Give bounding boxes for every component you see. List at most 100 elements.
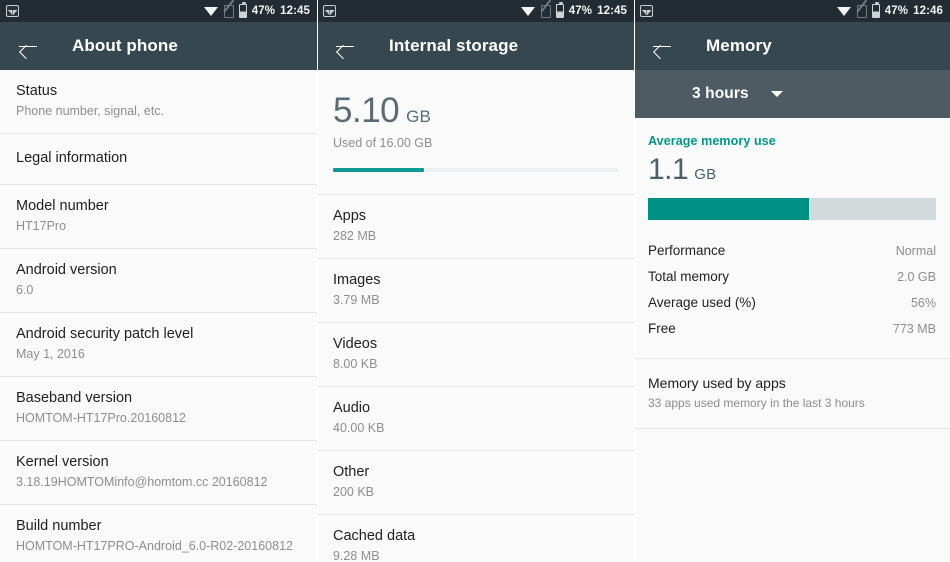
memory-stats-table: Performance Normal Total memory 2.0 GB A… [648,238,936,342]
status-bar-storage: 47% 12:45 [317,0,634,22]
list-item-sub: 8.00 KB [333,357,378,371]
list-item-sub: 9.28 MB [333,549,380,562]
memory-used-by-apps-title: Memory used by apps [648,375,786,391]
list-item-title: Images [333,272,381,288]
wifi-icon [203,6,219,17]
list-item-sub: 6.0 [16,283,34,297]
list-item-title: Other [333,464,370,480]
memory-used-by-apps-sub: 33 apps used memory in the last 3 hours [648,396,865,410]
panel-internal-storage: 47% 12:45 Internal storage 5.10 GB Used … [317,0,634,562]
table-row: Free 773 MB [648,316,936,342]
list-item-sub: 40.00 KB [333,421,385,435]
list-item-title: Model number [16,198,109,214]
list-item[interactable]: Model number HT17Pro [0,185,317,249]
list-item-title: Android version [16,262,117,278]
list-item-sub: HOMTOM-HT17PRO-Android_6.0-R02-20160812 [16,539,293,553]
list-item-sub: HT17Pro [16,219,67,233]
list-item-sub: HOMTOM-HT17Pro.20160812 [16,411,186,425]
time-range-spinner[interactable]: 3 hours [634,70,950,118]
battery-icon [871,1,880,18]
memory-usage-track [648,198,936,220]
status-bar-right: 47% 12:45 [203,0,310,22]
photo-icon [323,5,336,17]
sim-no-signal-icon [856,4,867,18]
app-bar-memory: Memory [634,22,950,70]
photo-icon [6,5,19,17]
battery-percent: 47% [251,5,276,17]
internal-storage-list[interactable]: 5.10 GB Used of 16.00 GB Apps 282 MB Ima… [317,70,634,562]
status-bar-left [6,5,19,17]
list-item[interactable]: Status Phone number, signal, etc. [0,70,317,134]
list-item[interactable]: Kernel version 3.18.19HOMTOMinfo@homtom.… [0,441,317,505]
arrow-back-icon[interactable] [16,34,40,58]
list-item-title: Android security patch level [16,326,194,342]
stat-value: 773 MB [892,322,936,336]
list-item[interactable]: Baseband version HOMTOM-HT17Pro.20160812 [0,377,317,441]
list-item-sub: May 1, 2016 [16,347,85,361]
about-phone-list[interactable]: Status Phone number, signal, etc. Legal … [0,70,317,562]
list-item-title: Cached data [333,528,416,544]
list-item[interactable]: Apps 282 MB [317,195,634,259]
time-range-value: 3 hours [692,85,749,102]
status-bar-left [640,5,653,17]
stat-label: Total memory [648,269,730,284]
list-item[interactable]: Images 3.79 MB [317,259,634,323]
sim-no-signal-icon [223,4,234,18]
battery-icon [555,1,564,18]
storage-progress-track [333,168,618,172]
status-bar-memory: 47% 12:46 [634,0,950,22]
screenshot-root: 47% 12:45 About phone Status Phone numbe… [0,0,950,562]
storage-used-number: 5.10 [333,91,400,130]
page-title: Internal storage [389,36,519,55]
list-item-title: Legal information [16,150,128,166]
list-item-sub: 200 KB [333,485,375,499]
list-item-sub: 3.79 MB [333,293,380,307]
list-item-sub: Phone number, signal, etc. [16,104,165,118]
list-item[interactable]: Other 200 KB [317,451,634,515]
memory-usage-fill [648,198,810,220]
table-row: Performance Normal [648,238,936,264]
arrow-back-icon[interactable] [333,34,357,58]
list-item[interactable]: Build number HOMTOM-HT17PRO-Android_6.0-… [0,505,317,562]
status-bar-left [323,5,336,17]
storage-used-unit: GB [406,107,432,126]
stat-label: Free [648,321,676,336]
sim-no-signal-icon [540,4,551,18]
list-item-title: Videos [333,336,378,352]
table-row: Total memory 2.0 GB [648,264,936,290]
list-item-sub: 282 MB [333,229,377,243]
list-item[interactable]: Cached data 9.28 MB [317,515,634,562]
clock: 12:45 [280,5,310,17]
app-bar-about: About phone [0,22,317,70]
arrow-back-icon[interactable] [650,34,674,58]
average-memory-card: Average memory use 1.1 GB Performance No… [634,118,950,359]
list-item-title: Kernel version [16,454,109,470]
list-item[interactable]: Android security patch level May 1, 2016 [0,313,317,377]
list-item-title: Status [16,83,58,99]
memory-body: Average memory use 1.1 GB Performance No… [634,118,950,562]
list-item[interactable]: Audio 40.00 KB [317,387,634,451]
list-item-title: Build number [16,518,102,534]
wifi-icon [520,6,536,17]
status-bar-right: 47% 12:45 [520,0,627,22]
average-memory-value: 1.1 GB [648,154,936,186]
empty-space [634,429,950,562]
list-item[interactable]: Legal information [0,134,317,185]
stat-value: 2.0 GB [897,270,936,284]
storage-used-value: 5.10 GB [333,92,618,130]
memory-used-by-apps-row[interactable]: Memory used by apps 33 apps used memory … [634,359,950,429]
stat-label: Average used (%) [648,295,756,310]
photo-icon [640,5,653,17]
list-item[interactable]: Android version 6.0 [0,249,317,313]
panel-memory: 47% 12:46 Memory 3 hours Average memory … [634,0,950,562]
list-item[interactable]: Videos 8.00 KB [317,323,634,387]
status-bar-right: 47% 12:46 [836,0,943,22]
stat-value: Normal [895,244,936,258]
chevron-down-icon[interactable] [770,91,783,97]
list-item-sub: 3.18.19HOMTOMinfo@homtom.cc 20160812 [16,475,268,489]
average-memory-heading: Average memory use [648,134,776,148]
storage-progress-fill [333,168,425,172]
list-item-title: Baseband version [16,390,133,406]
average-memory-number: 1.1 [648,153,689,186]
battery-icon [238,1,247,18]
